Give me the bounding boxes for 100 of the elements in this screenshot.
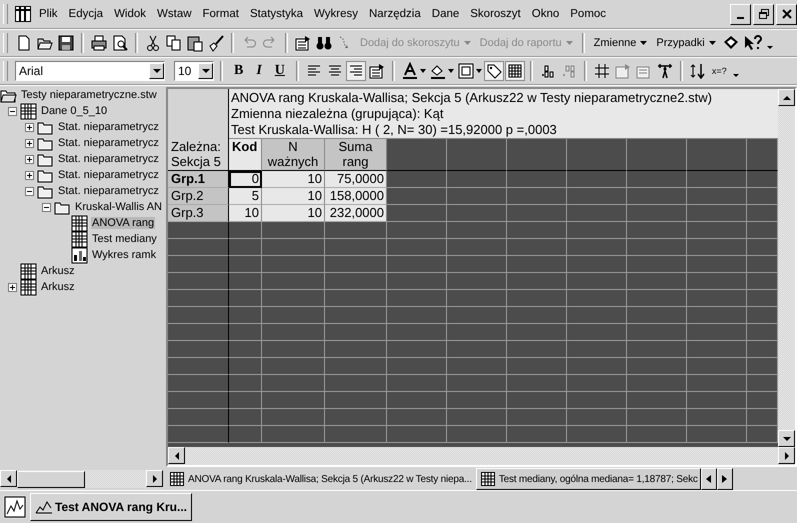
tree-item[interactable]: Arkusz	[40, 265, 76, 277]
expander-icon[interactable]	[8, 106, 17, 116]
expander-icon[interactable]	[25, 186, 34, 196]
tree-item[interactable]: ANOVA rang	[91, 217, 156, 229]
grid-icon[interactable]	[506, 62, 524, 80]
scroll-left-button[interactable]	[0, 470, 17, 487]
empty-cell	[507, 375, 567, 392]
font-color-icon[interactable]	[400, 62, 419, 80]
menu-item[interactable]: Dane	[432, 8, 460, 20]
document-tab[interactable]: Test mediany, ogólna mediana= 1,18787; Sekc	[476, 468, 701, 490]
row-header-title: Zależna: Sekcja 5	[168, 89, 229, 171]
hash-icon[interactable]	[592, 62, 611, 80]
caret-icon[interactable]	[476, 69, 482, 73]
empty-row-header	[168, 341, 229, 358]
scroll-thumb[interactable]	[17, 470, 85, 488]
scroll-up-button[interactable]	[778, 89, 795, 106]
menu-item[interactable]: Edycja	[68, 8, 104, 20]
menu-item[interactable]: Plik	[39, 8, 58, 20]
expander-icon[interactable]	[25, 170, 34, 180]
menu-item[interactable]: Wstaw	[157, 8, 192, 20]
dropdown-arrow-button[interactable]	[149, 63, 164, 79]
menu-item[interactable]: Statystyka	[250, 8, 303, 20]
tree-item[interactable]: Testy nieparametryczne.stw	[20, 89, 158, 101]
tree-item[interactable]: Kruskal-Wallis AN	[74, 201, 163, 213]
empty-cell	[627, 171, 687, 188]
empty-cell	[262, 239, 325, 256]
menu-item[interactable]: Wykresy	[314, 8, 358, 20]
empty-cell	[447, 171, 507, 188]
scroll-right-button[interactable]	[146, 470, 163, 487]
menu-item[interactable]: Skoroszyt	[470, 8, 521, 20]
expander-icon[interactable]	[25, 122, 34, 132]
tab-scroll-left-button[interactable]	[700, 468, 717, 490]
text-style-button[interactable]: B	[229, 63, 248, 79]
left-arrow-icon	[6, 474, 12, 482]
align-right-icon[interactable]	[346, 62, 365, 80]
brush-icon[interactable]	[207, 34, 225, 52]
empty-cell	[507, 358, 567, 375]
printer-icon[interactable]	[90, 34, 108, 52]
weightlifter-icon[interactable]	[656, 62, 674, 80]
expander-icon[interactable]	[25, 154, 34, 164]
menu-item[interactable]: Narzędzia	[368, 8, 421, 20]
caret-icon[interactable]	[420, 69, 426, 73]
font-size-dropdown[interactable]: 10	[174, 61, 214, 81]
tree-item[interactable]: Dane 0_5_10	[40, 105, 108, 117]
taskbar-button[interactable]: Test ANOVA rang Kru...	[30, 493, 192, 521]
chart-icon[interactable]	[4, 496, 26, 518]
properties-icon[interactable]	[294, 34, 312, 52]
empty-cell	[627, 324, 687, 341]
empty-cell	[229, 222, 262, 239]
menu-item[interactable]: Okno	[532, 8, 560, 20]
tree-item[interactable]: Stat. nieparametrycz	[57, 137, 160, 149]
menu-item[interactable]: Widok	[114, 8, 146, 20]
scissors-icon[interactable]	[144, 34, 162, 52]
tree-item[interactable]: Stat. nieparametrycz	[57, 153, 160, 165]
table-cell: 5	[229, 188, 262, 205]
expander-icon[interactable]	[25, 138, 34, 148]
save-icon[interactable]	[57, 34, 75, 52]
tree-item[interactable]: Wykres ramk	[91, 249, 158, 261]
paste-icon[interactable]	[186, 34, 204, 52]
binoculars-icon[interactable]	[315, 34, 333, 52]
caret-icon[interactable]	[448, 69, 454, 73]
dropdown-arrow-button[interactable]	[198, 63, 213, 79]
formula-button[interactable]: x=?	[710, 66, 729, 76]
scroll-left-button[interactable]	[168, 447, 185, 464]
empty-cell	[507, 409, 567, 426]
font-dropdown[interactable]: Arial	[15, 61, 165, 81]
row-header: Grp.2	[168, 188, 229, 205]
tree-item[interactable]: Stat. nieparametrycz	[57, 169, 160, 181]
tree-item[interactable]: Arkusz	[40, 281, 76, 293]
restore-button[interactable]	[753, 4, 774, 24]
text-style-button[interactable]: U	[270, 63, 290, 79]
empty-cell	[687, 307, 747, 324]
expander-icon[interactable]	[42, 202, 51, 212]
help-pointer-icon[interactable]	[742, 34, 763, 52]
properties-icon[interactable]	[368, 62, 386, 80]
tree-item[interactable]: Test mediany	[91, 233, 158, 245]
tree-item[interactable]: Stat. nieparametrycz	[57, 121, 160, 133]
dropdown-button[interactable]: Przypadki	[653, 37, 719, 49]
scroll-right-button[interactable]	[778, 447, 795, 464]
app-icon[interactable]	[15, 6, 31, 22]
tab-scroll-right-button[interactable]	[716, 468, 733, 490]
print-preview-icon[interactable]	[111, 34, 129, 52]
scroll-down-button[interactable]	[778, 430, 795, 447]
menu-item[interactable]: Format	[202, 8, 239, 20]
tag-icon[interactable]	[484, 62, 503, 80]
empty-cell	[627, 409, 687, 426]
border-icon[interactable]	[456, 62, 475, 80]
table-cell: 10	[262, 188, 325, 205]
dropdown-button[interactable]: Zmienne	[590, 37, 650, 49]
minimize-button[interactable]	[730, 4, 751, 24]
text-style-button[interactable]: I	[251, 63, 267, 79]
close-button[interactable]	[776, 4, 797, 24]
menu-item[interactable]: Pomoc	[570, 8, 606, 20]
restore-icon	[758, 8, 770, 20]
empty-cell	[687, 409, 747, 426]
copy-icon[interactable]	[165, 34, 183, 52]
expander-icon[interactable]	[8, 282, 17, 292]
sort-icon[interactable]	[688, 62, 707, 80]
down-arrow-icon	[782, 436, 790, 442]
tree-item[interactable]: Stat. nieparametrycz	[57, 185, 160, 197]
